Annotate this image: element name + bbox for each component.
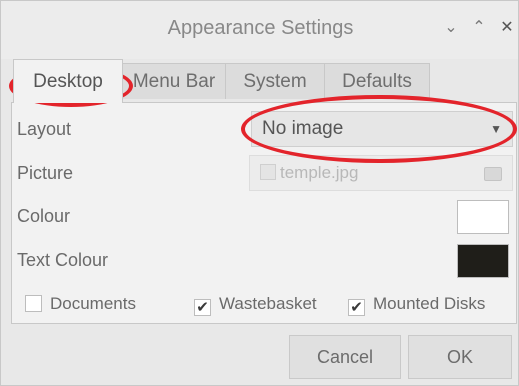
picture-value: temple.jpg xyxy=(280,163,359,182)
colour-swatch-button[interactable] xyxy=(457,200,509,234)
tab-bar: Desktop Menu Bar System Defaults xyxy=(11,59,511,103)
text-colour-swatch-button[interactable] xyxy=(457,244,509,278)
checkbox-box[interactable]: ✔ xyxy=(348,299,365,316)
documents-checkbox[interactable]: Documents xyxy=(25,294,136,314)
checkbox-box[interactable] xyxy=(25,295,42,312)
tab-system[interactable]: System xyxy=(225,63,325,99)
layout-value: No image xyxy=(262,118,344,139)
wastebasket-label: Wastebasket xyxy=(219,294,317,313)
close-icon[interactable]: ✕ xyxy=(497,17,517,37)
mounted-disks-label: Mounted Disks xyxy=(373,294,486,313)
mounted-disks-checkbox[interactable]: ✔ Mounted Disks xyxy=(348,294,485,316)
cancel-button[interactable]: Cancel xyxy=(289,335,401,379)
checkbox-box[interactable]: ✔ xyxy=(194,299,211,316)
minimize-icon[interactable]: ⌄ xyxy=(441,17,461,37)
dropdown-arrow-icon: ▼ xyxy=(490,122,502,136)
picture-file-chooser: temple.jpg xyxy=(249,155,513,191)
text-colour-label: Text Colour xyxy=(17,250,109,270)
appearance-settings-window: Appearance Settings ⌄ ⌃ ✕ Desktop Menu B… xyxy=(0,0,519,386)
ok-button[interactable]: OK xyxy=(408,335,512,379)
folder-icon xyxy=(484,167,502,181)
wastebasket-checkbox[interactable]: ✔ Wastebasket xyxy=(194,294,317,316)
image-file-icon xyxy=(260,164,276,180)
picture-label: Picture xyxy=(17,163,74,183)
colour-label: Colour xyxy=(17,206,71,226)
tab-menu-bar[interactable]: Menu Bar xyxy=(122,63,226,99)
tab-defaults[interactable]: Defaults xyxy=(324,63,430,99)
documents-label: Documents xyxy=(50,294,136,313)
title-bar: Appearance Settings ⌄ ⌃ ✕ xyxy=(1,1,518,59)
layout-dropdown[interactable]: No image ▼ xyxy=(251,111,513,147)
maximize-icon[interactable]: ⌃ xyxy=(469,17,489,37)
tab-desktop[interactable]: Desktop xyxy=(13,59,123,103)
layout-label: Layout xyxy=(17,119,72,139)
